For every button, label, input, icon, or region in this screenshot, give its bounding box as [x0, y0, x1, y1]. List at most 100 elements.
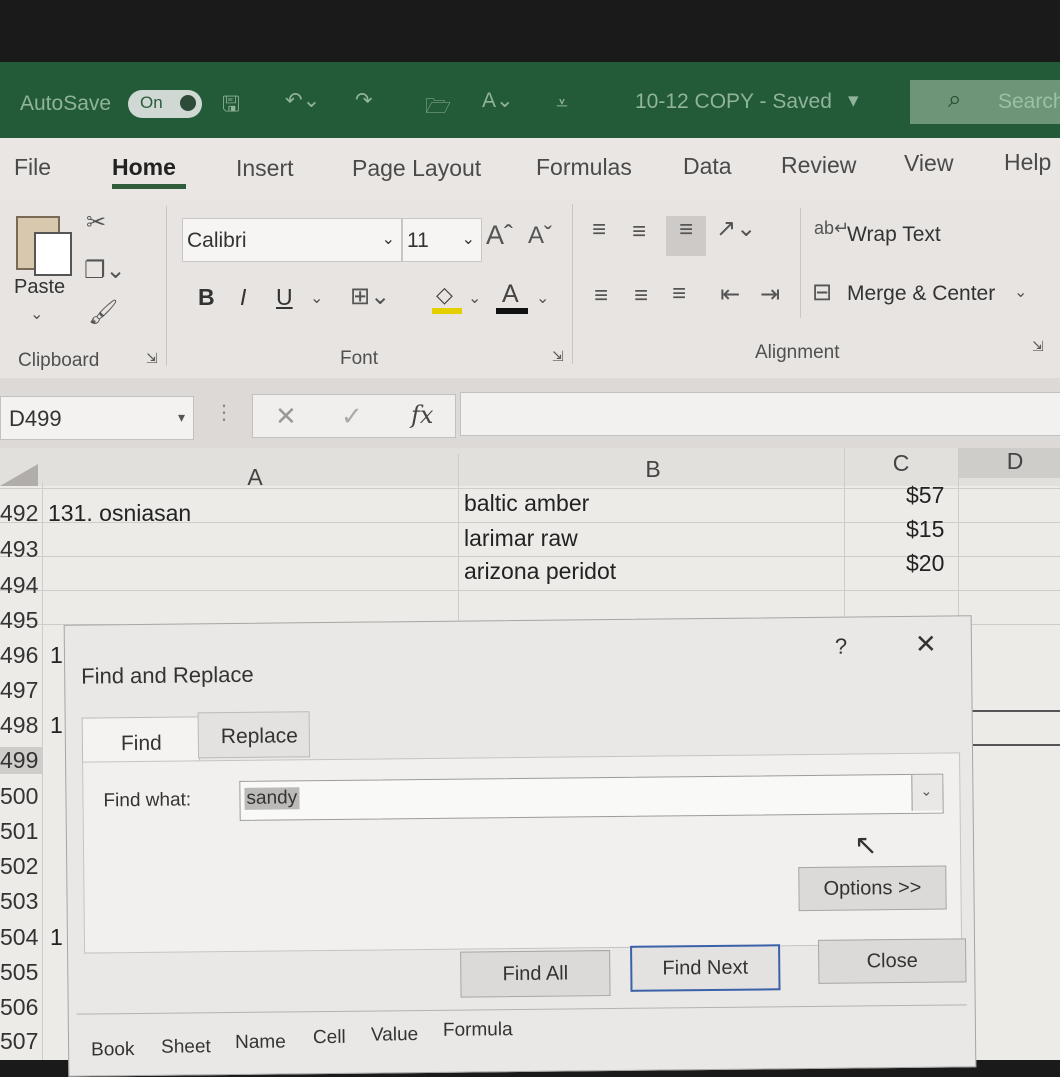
cell-c493[interactable]: $15: [906, 516, 944, 543]
formula-input[interactable]: [460, 392, 1060, 436]
borders-icon[interactable]: ⊞⌄: [350, 282, 390, 311]
find-all-button[interactable]: Find All: [460, 950, 611, 998]
cell-c494[interactable]: $20: [906, 550, 944, 577]
cell-a492[interactable]: 131. osniasan: [48, 500, 191, 527]
find-next-button[interactable]: Find Next: [630, 944, 781, 992]
tab-data[interactable]: Data: [683, 153, 732, 180]
row-header[interactable]: 492: [0, 500, 42, 527]
align-bottom-icon[interactable]: ≡: [666, 216, 706, 256]
paste-dropdown-icon[interactable]: ⌄: [30, 304, 43, 324]
tab-review[interactable]: Review: [781, 152, 856, 179]
help-button[interactable]: ?: [835, 634, 848, 660]
row-header[interactable]: 497: [0, 677, 42, 704]
document-title[interactable]: 10-12 COPY - Saved: [635, 90, 832, 114]
column-header-d-selected[interactable]: D: [958, 448, 1060, 478]
tab-view[interactable]: View: [904, 150, 953, 177]
customize-toolbar-icon[interactable]: ⩡: [556, 92, 568, 116]
fill-color-icon[interactable]: ◇: [432, 282, 462, 314]
redo-icon[interactable]: ↷: [355, 88, 373, 113]
find-history-dropdown[interactable]: ⌄: [911, 774, 943, 811]
align-center-icon[interactable]: ≡: [634, 282, 648, 310]
wrap-text-icon[interactable]: ab↵: [814, 218, 849, 239]
font-color-quick-icon[interactable]: A⌄: [482, 88, 514, 113]
clipboard-launcher-icon[interactable]: ⇲: [146, 350, 158, 367]
tab-formulas[interactable]: Formulas: [536, 154, 632, 181]
bold-button[interactable]: B: [198, 284, 215, 311]
increase-font-icon[interactable]: Aˆ: [486, 220, 513, 251]
more-options-icon[interactable]: ⋮: [214, 400, 234, 425]
tab-home[interactable]: Home: [112, 154, 176, 181]
chevron-down-icon[interactable]: ⌄: [310, 288, 323, 308]
results-header-name[interactable]: Name: [235, 1031, 286, 1054]
align-right-icon[interactable]: ≡: [672, 280, 686, 308]
cancel-entry-icon[interactable]: ✕: [275, 401, 297, 432]
results-header-formula[interactable]: Formula: [443, 1019, 513, 1042]
align-middle-icon[interactable]: ≡: [632, 218, 646, 246]
row-header[interactable]: 495: [0, 607, 42, 634]
paste-label[interactable]: Paste: [14, 276, 65, 299]
tab-find[interactable]: Find: [81, 716, 201, 765]
font-name-select[interactable]: Calibri ⌄: [182, 218, 402, 262]
merge-center-button[interactable]: Merge & Center: [847, 282, 995, 306]
name-box[interactable]: D499 ▾: [0, 396, 194, 440]
row-header[interactable]: 504: [0, 924, 42, 951]
chevron-down-icon[interactable]: ⌄: [468, 288, 481, 308]
merge-center-icon[interactable]: ⊟: [812, 278, 832, 307]
copy-icon[interactable]: ❐⌄: [84, 256, 126, 285]
align-top-icon[interactable]: ≡: [592, 216, 606, 244]
increase-indent-icon[interactable]: ⇥: [760, 280, 780, 309]
confirm-entry-icon[interactable]: ✓: [341, 401, 363, 432]
title-dropdown-icon[interactable]: ▾: [848, 88, 859, 113]
font-size-select[interactable]: 11 ⌄: [402, 218, 482, 262]
row-header[interactable]: 493: [0, 536, 42, 563]
format-painter-icon[interactable]: 🖌: [88, 298, 118, 327]
chevron-down-icon[interactable]: ⌄: [536, 288, 549, 308]
row-header[interactable]: 496: [0, 642, 42, 669]
decrease-indent-icon[interactable]: ⇤: [720, 280, 740, 309]
row-header[interactable]: 494: [0, 572, 42, 599]
cell-c492[interactable]: $57: [906, 482, 944, 509]
underline-button[interactable]: U: [276, 284, 293, 311]
row-header[interactable]: 506: [0, 994, 42, 1021]
decrease-font-icon[interactable]: Aˇ: [528, 222, 552, 250]
tab-file[interactable]: File: [14, 154, 51, 181]
column-header-c[interactable]: C: [886, 450, 916, 477]
orientation-icon[interactable]: ↗⌄: [716, 214, 756, 243]
row-header[interactable]: 500: [0, 783, 42, 810]
tab-replace[interactable]: Replace: [197, 711, 311, 759]
row-header[interactable]: 502: [0, 853, 42, 880]
row-header[interactable]: 507: [0, 1028, 42, 1055]
row-header-selected[interactable]: 499: [0, 747, 42, 774]
undo-icon[interactable]: ↶⌄: [285, 88, 320, 113]
row-header[interactable]: 501: [0, 818, 42, 845]
font-launcher-icon[interactable]: ⇲: [552, 348, 564, 365]
select-all-corner[interactable]: [0, 464, 38, 486]
wrap-text-button[interactable]: Wrap Text: [847, 223, 941, 247]
results-header-cell[interactable]: Cell: [313, 1027, 346, 1049]
cell-a504[interactable]: 1: [50, 924, 63, 951]
insert-function-icon[interactable]: fx: [411, 401, 433, 429]
column-header-b[interactable]: B: [638, 456, 668, 483]
font-color-icon[interactable]: A: [496, 280, 528, 314]
column-header-a[interactable]: A: [240, 464, 270, 491]
save-icon[interactable]: 🖫: [222, 90, 240, 125]
close-icon[interactable]: ✕: [915, 629, 937, 660]
italic-button[interactable]: I: [240, 284, 246, 311]
row-header[interactable]: 503: [0, 888, 42, 915]
options-button[interactable]: Options >>: [798, 865, 947, 912]
alignment-launcher-icon[interactable]: ⇲: [1032, 338, 1044, 355]
cell-b494[interactable]: arizona peridot: [464, 558, 616, 585]
cell-a496[interactable]: 1: [50, 642, 63, 669]
tab-insert[interactable]: Insert: [236, 155, 294, 182]
cell-b493[interactable]: larimar raw: [464, 525, 578, 552]
row-header[interactable]: 505: [0, 959, 42, 986]
close-button[interactable]: Close: [817, 938, 967, 984]
paste-icon[interactable]: [16, 210, 72, 276]
results-header-book[interactable]: Book: [91, 1039, 135, 1061]
cell-a498[interactable]: 1: [50, 712, 63, 739]
autosave-toggle[interactable]: On: [128, 90, 202, 118]
search-box[interactable]: ⌕ Search: [910, 80, 1060, 124]
open-folder-icon[interactable]: 🗁: [425, 92, 451, 127]
cut-icon[interactable]: ✂: [86, 208, 106, 237]
cell-b492[interactable]: baltic amber: [464, 490, 589, 517]
